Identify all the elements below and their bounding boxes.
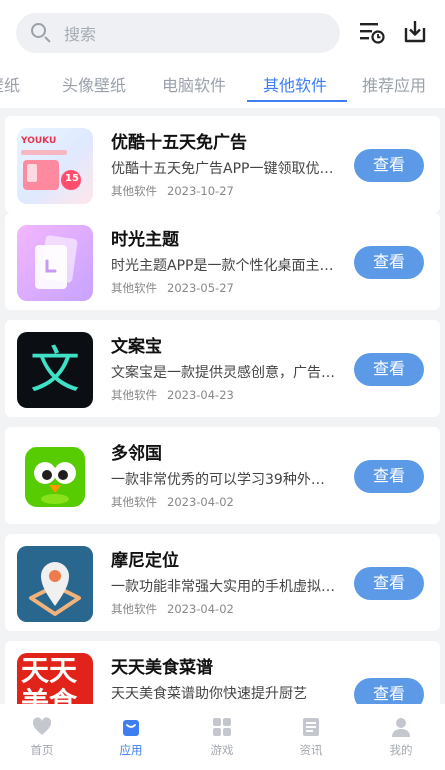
theme-clock-art <box>35 235 78 289</box>
app-name: 文案宝 <box>111 337 162 357</box>
view-button[interactable]: 查看 <box>354 678 424 704</box>
list-item[interactable]: 多邻国 一款非常优秀的可以学习39种外语的软件 其他软件 2023-04-02 查… <box>5 427 440 524</box>
top-bar: 搜索 壁纸 头像壁纸 电脑软件 其他软件 推荐应用 <box>0 0 445 108</box>
app-date: 2023-04-02 <box>167 602 234 616</box>
nav-home[interactable]: 首页 <box>12 716 72 758</box>
app-name: 优酷十五天免广告 <box>111 133 247 153</box>
nav-profile[interactable]: 我的 <box>371 716 431 758</box>
list-item[interactable]: 文 文案宝 文案宝是一款提供灵感创意，广告文案 其他软件 2023-04-23 查… <box>5 320 440 417</box>
app-name: 摩尼定位 <box>111 551 179 571</box>
app-date: 2023-05-27 <box>167 281 234 295</box>
tab-other-software[interactable]: 其他软件 <box>263 72 327 96</box>
search-placeholder: 搜索 <box>64 25 97 44</box>
app-category: 其他软件 <box>111 602 157 616</box>
thumb-character: 文 <box>30 341 80 399</box>
list-item[interactable]: 天天美食 天天美食菜谱 天天美食菜谱助你快速提升厨艺 查看 <box>5 641 440 704</box>
app-description: 一款功能非常强大实用的手机虚拟定位软件 <box>111 579 337 595</box>
app-category: 其他软件 <box>111 495 157 509</box>
view-button[interactable]: 查看 <box>354 353 424 386</box>
tab-wallpaper[interactable]: 壁纸 <box>0 72 20 96</box>
app-meta: 其他软件 2023-05-27 <box>111 280 234 296</box>
grid-icon <box>213 718 231 736</box>
app-category: 其他软件 <box>111 281 157 295</box>
youku-ad-free-icon: YOUKU 15 <box>17 128 93 204</box>
list-item[interactable]: 摩尼定位 一款功能非常强大实用的手机虚拟定位软件 其他软件2023-04-02 … <box>5 534 440 631</box>
app-name: 天天美食菜谱 <box>111 658 213 678</box>
app-date: 2023-04-02 <box>167 495 234 509</box>
app-description: 文案宝是一款提供灵感创意，广告文案 <box>111 365 337 381</box>
thumb-badge-text: 15 <box>65 173 79 184</box>
app-date: 2023-10-27 <box>167 184 234 198</box>
view-button[interactable]: 查看 <box>354 246 424 279</box>
active-tab-indicator <box>247 100 347 102</box>
wen-character-icon: 文 <box>17 332 93 408</box>
news-icon <box>303 718 319 736</box>
download-icon[interactable] <box>401 18 429 46</box>
tab-avatar-wallpaper[interactable]: 头像壁纸 <box>62 72 126 96</box>
app-date: 2023-04-23 <box>167 388 234 402</box>
recipe-logo-icon: 天天美食 <box>17 653 93 704</box>
owl-mascot-icon <box>17 439 93 515</box>
app-list[interactable]: YOUKU 15 优酷十五天免广告 优酷十五天免广告APP一键领取优酷会员 其他… <box>0 108 445 704</box>
app-description: 一款非常优秀的可以学习39种外语的软件 <box>111 472 337 488</box>
category-tabs: 壁纸 头像壁纸 电脑软件 其他软件 推荐应用 <box>0 66 445 102</box>
list-item[interactable]: 时光主题 时光主题APP是一款个性化桌面主题软件 其他软件 2023-05-27 … <box>5 213 440 310</box>
user-icon <box>392 718 410 737</box>
tab-recommended-apps[interactable]: 推荐应用 <box>362 72 426 96</box>
app-meta: 其他软件 2023-10-27 <box>111 183 234 199</box>
bottom-navigation: 首页 应用 游戏 资讯 我的 <box>0 704 445 770</box>
app-description: 天天美食菜谱助你快速提升厨艺 <box>111 686 307 702</box>
app-category: 其他软件 <box>111 388 157 402</box>
theme-clock-icon <box>17 225 93 301</box>
list-item[interactable]: YOUKU 15 优酷十五天免广告 优酷十五天免广告APP一键领取优酷会员 其他… <box>5 116 440 213</box>
owl-mascot-art <box>25 447 85 507</box>
app-name: 多邻国 <box>111 444 162 464</box>
view-button[interactable]: 查看 <box>354 567 424 600</box>
app-description: 时光主题APP是一款个性化桌面主题软件 <box>111 258 337 274</box>
nav-games[interactable]: 游戏 <box>192 716 252 758</box>
app-meta: 其他软件 2023-04-23 <box>111 387 234 403</box>
tab-pc-software[interactable]: 电脑软件 <box>162 72 226 96</box>
app-meta: 其他软件 2023-04-02 <box>111 601 234 617</box>
search-bar[interactable]: 搜索 <box>16 13 340 53</box>
app-bag-icon <box>123 720 139 736</box>
app-description: 优酷十五天免广告APP一键领取优酷会员 <box>111 161 337 177</box>
view-button[interactable]: 查看 <box>354 460 424 493</box>
thumb-logo-text: 天天美食 <box>21 654 78 705</box>
app-name: 时光主题 <box>111 230 179 250</box>
location-pin-icon <box>17 546 93 622</box>
app-category: 其他软件 <box>111 184 157 198</box>
search-icon <box>30 22 52 44</box>
heart-icon <box>32 717 52 735</box>
location-pin-art <box>17 546 93 622</box>
nav-news[interactable]: 资讯 <box>281 716 341 758</box>
filter-history-icon[interactable] <box>358 18 386 46</box>
view-button[interactable]: 查看 <box>354 149 424 182</box>
app-meta: 其他软件 2023-04-02 <box>111 494 234 510</box>
nav-apps[interactable]: 应用 <box>101 716 161 758</box>
youku-ad-free-art <box>21 150 81 190</box>
